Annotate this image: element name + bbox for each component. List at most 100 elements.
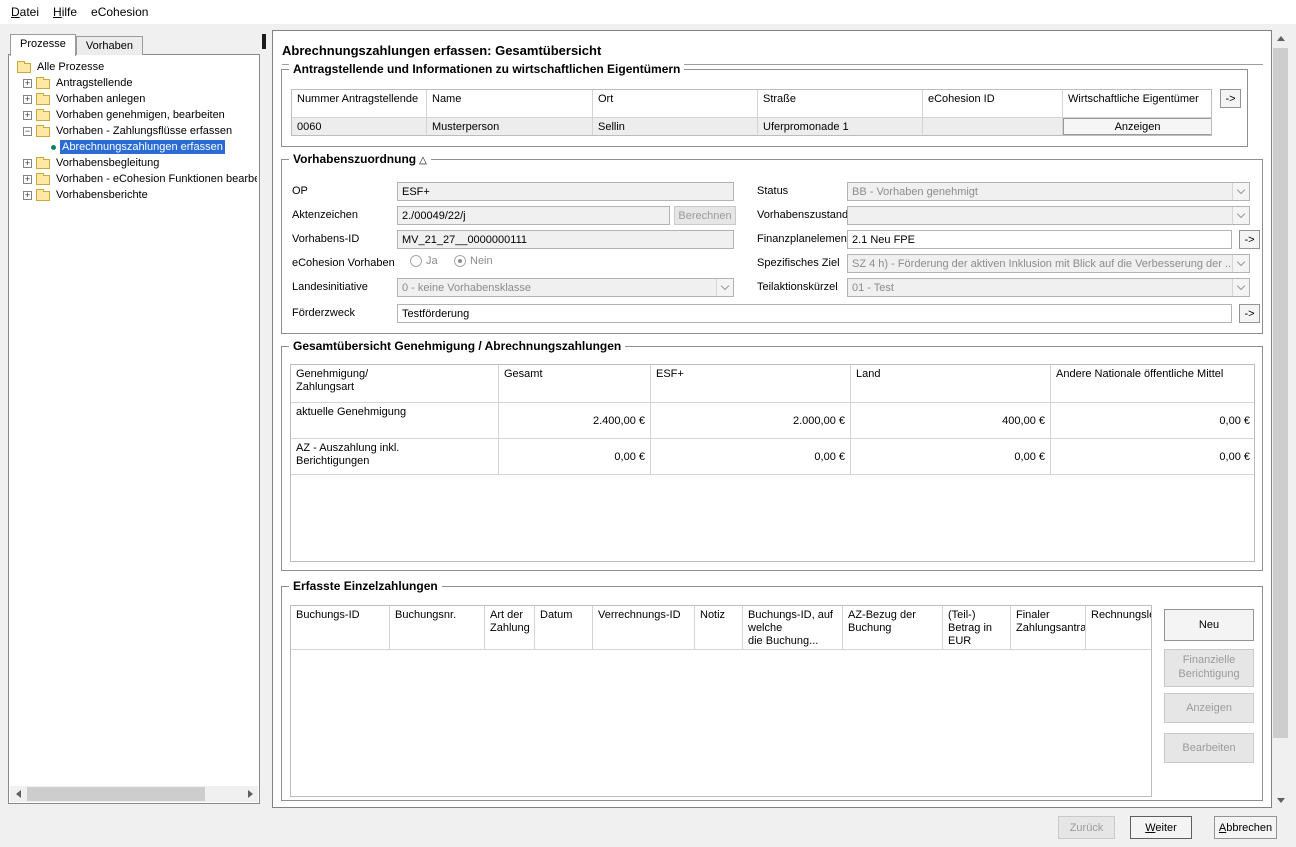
finanzplanelement-input[interactable]: 2.1 Neu FPE (847, 230, 1232, 249)
dropdown-button[interactable] (716, 279, 733, 296)
ecohesion-ja-option[interactable]: Ja (410, 255, 438, 267)
expand-plus-icon[interactable] (23, 78, 32, 89)
scroll-left-button[interactable] (10, 786, 26, 802)
foerderzweck-input[interactable]: Testförderung (397, 304, 1232, 323)
column-header: Datum (535, 606, 593, 650)
chevron-down-icon (1236, 281, 1246, 291)
teilaktionskuerzel-dropdown[interactable]: 01 - Test (847, 278, 1250, 297)
tab-prozesse-label: Prozesse (20, 38, 66, 50)
expand-plus-icon[interactable] (23, 190, 32, 201)
tree-item-label: Vorhaben - eCohesion Funktionen bearbeit (56, 173, 257, 185)
menu-ecohesion[interactable]: eCohesion (84, 1, 155, 23)
teilaktionskuerzel-value: 01 - Test (852, 281, 894, 294)
column-header: Wirtschaftliche Eigentümer (1063, 90, 1211, 118)
anzeigen-eigentuemer-button[interactable]: Anzeigen (1063, 118, 1211, 135)
column-header: (Teil-) Betrag in EUR (943, 606, 1011, 650)
arrow-up-icon (1276, 35, 1285, 41)
column-header: AZ-Bezug der Buchung (843, 606, 943, 650)
overview-row-genehmigung[interactable]: aktuelle Genehmigung 2.400,00 € 2.000,00… (291, 403, 1254, 439)
vorhabenszustand-label: Vorhabenszustand (757, 209, 849, 221)
tree-item-label-selected: Abrechnungszahlungen erfassen (60, 140, 225, 154)
tab-prozesse[interactable]: Prozesse (10, 34, 76, 56)
dropdown-button[interactable] (1232, 279, 1249, 296)
berechnen-button[interactable]: Berechnen (674, 206, 736, 225)
goto-applicant-button[interactable]: -> (1220, 89, 1241, 108)
cell-name: Musterperson (427, 118, 593, 135)
foerderzweck-label: Förderzweck (292, 307, 355, 319)
section-antragstellende-legend: Antragstellende und Informationen zu wir… (289, 62, 685, 76)
aktenzeichen-input[interactable]: 2./00049/22/j (397, 206, 670, 225)
tree-item-label: Vorhabensberichte (56, 189, 148, 201)
teilaktionskuerzel-label: Teilaktionskürzel (757, 281, 838, 293)
panel-splitter[interactable] (260, 30, 272, 808)
tree-item-abrechnungszahlungen[interactable]: Abrechnungszahlungen erfassen (11, 139, 257, 155)
anzeigen-button[interactable]: Anzeigen (1164, 693, 1254, 723)
cell-eigentuemer: Anzeigen (1063, 118, 1211, 135)
dropdown-button[interactable] (1232, 183, 1249, 200)
vscroll-thumb[interactable] (1273, 48, 1288, 738)
collapse-minus-icon[interactable] (23, 126, 32, 137)
dropdown-button[interactable] (1232, 207, 1249, 224)
neu-button[interactable]: Neu (1164, 609, 1254, 641)
value-gesamt: 0,00 € (499, 439, 651, 475)
expand-plus-icon[interactable] (23, 94, 32, 105)
payments-table: Buchungs-ID Buchungsnr. Art der Zahlung … (290, 605, 1152, 797)
cell-strasse: Uferpromonade 1 (758, 118, 923, 135)
finanzielle-berichtigung-button[interactable]: Finanzielle Berichtigung (1164, 649, 1254, 687)
op-input[interactable]: ESF+ (397, 182, 734, 201)
ecohesion-nein-option[interactable]: Nein (454, 255, 493, 267)
main-vertical-scrollbar[interactable] (1272, 30, 1289, 808)
tab-vorhaben[interactable]: Vorhaben (75, 36, 143, 55)
scroll-down-button[interactable] (1272, 792, 1289, 808)
radio-nein-icon[interactable] (454, 255, 466, 267)
zurueck-button[interactable]: Zurück (1058, 816, 1115, 839)
column-header: Verrechnungs-ID (593, 606, 695, 650)
tree-horizontal-scrollbar[interactable] (10, 786, 258, 802)
goto-finanzplanelement-button[interactable]: -> (1239, 230, 1260, 249)
ecohesion-vorhaben-label: eCohesion Vorhaben (292, 257, 395, 269)
hscroll-thumb[interactable] (27, 787, 205, 801)
collapse-section-icon[interactable]: △ (419, 155, 427, 166)
menu-hilfe[interactable]: Hilfe (46, 1, 84, 23)
expand-plus-icon[interactable] (23, 110, 32, 121)
landesinitiative-dropdown[interactable]: 0 - keine Vorhabensklasse (397, 278, 734, 297)
sidebar-tabs: Prozesse Vorhaben (10, 34, 143, 56)
expand-plus-icon[interactable] (23, 174, 32, 185)
splitter-handle[interactable] (262, 34, 266, 49)
weiter-button[interactable]: Weiter (1130, 816, 1192, 839)
scroll-right-button[interactable] (242, 786, 258, 802)
dropdown-button[interactable] (1232, 255, 1249, 272)
goto-foerderzweck-button[interactable]: -> (1239, 304, 1260, 323)
applicants-data-row[interactable]: 0060 Musterperson Sellin Uferpromonade 1… (292, 118, 1211, 135)
finanzplanelement-label: Finanzplanelement (757, 233, 850, 245)
expand-plus-icon[interactable] (23, 158, 32, 169)
chevron-down-icon (1236, 257, 1246, 267)
overview-row-auszahlung[interactable]: AZ - Auszahlung inkl. Berichtigungen 0,0… (291, 439, 1254, 475)
tree-item-zahlungsfluesse[interactable]: Vorhaben - Zahlungsflüsse erfassen (11, 123, 257, 139)
tree-item-antragstellende[interactable]: Antragstellende (11, 75, 257, 91)
abbrechen-button[interactable]: Abbrechen (1214, 816, 1277, 839)
tree-item-vorhaben-anlegen[interactable]: Vorhaben anlegen (11, 91, 257, 107)
tree-item-vorhaben-genehmigen[interactable]: Vorhaben genehmigen, bearbeiten (11, 107, 257, 123)
scroll-up-button[interactable] (1272, 30, 1289, 46)
tree-item-vorhabensberichte[interactable]: Vorhabensberichte (11, 187, 257, 203)
status-value: BB - Vorhaben genehmigt (852, 185, 978, 198)
row-label: aktuelle Genehmigung (291, 403, 499, 439)
column-header: Buchungsnr. (390, 606, 485, 650)
bearbeiten-button[interactable]: Bearbeiten (1164, 733, 1254, 763)
spezifisches-ziel-dropdown[interactable]: SZ 4 h) - Förderung der aktiven Inklusio… (847, 254, 1250, 273)
tree-item-vorhabensbegleitung[interactable]: Vorhabensbegleitung (11, 155, 257, 171)
tree-item-ecohesion-funktionen[interactable]: Vorhaben - eCohesion Funktionen bearbeit (11, 171, 257, 187)
radio-ja-icon[interactable] (410, 255, 422, 267)
vorhabenszustand-dropdown[interactable] (847, 206, 1250, 225)
section-antragstellende: Antragstellende und Informationen zu wir… (281, 62, 1248, 147)
column-header: Land (851, 365, 1051, 403)
menu-datei[interactable]: Datei (4, 1, 46, 23)
tree-item-label: Vorhaben - Zahlungsflüsse erfassen (56, 125, 233, 137)
column-header: Notiz (695, 606, 743, 650)
chevron-down-icon (1236, 185, 1246, 195)
tree-item-alle-prozesse[interactable]: Alle Prozesse (11, 59, 257, 75)
row-label: AZ - Auszahlung inkl. Berichtigungen (291, 439, 499, 475)
vorhabens-id-input[interactable]: MV_21_27__0000000111 (397, 230, 734, 249)
status-dropdown[interactable]: BB - Vorhaben genehmigt (847, 182, 1250, 201)
